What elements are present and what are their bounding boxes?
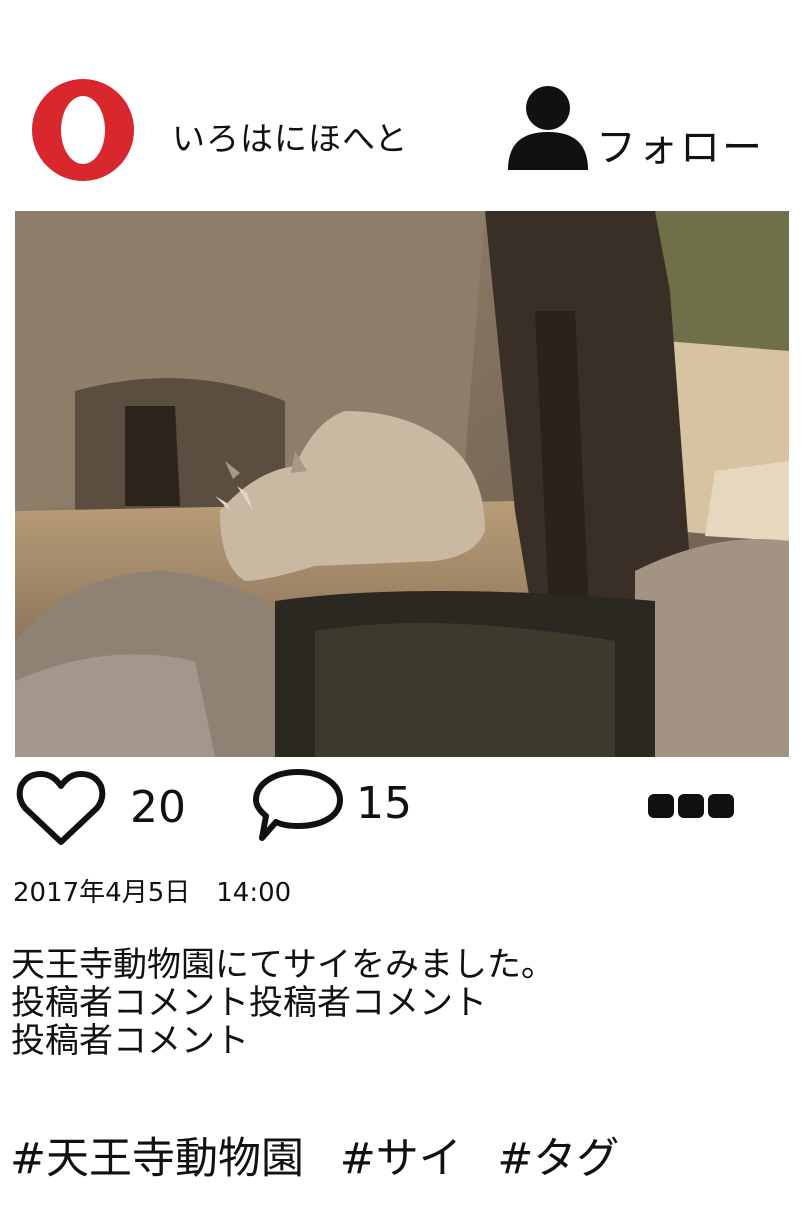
caption-line: 天王寺動物園にてサイをみました。 xyxy=(11,945,555,985)
hashtag-list: #天王寺動物園 #サイ #タグ xyxy=(10,1124,641,1186)
hashtag[interactable]: #サイ xyxy=(340,1134,462,1184)
post-caption: 天王寺動物園にてサイをみました。 投稿者コメント投稿者コメント 投稿者コメント xyxy=(11,946,555,1060)
follow-button[interactable]: フォロー xyxy=(596,115,764,173)
comment-count: 15 xyxy=(356,778,412,829)
comment-icon[interactable] xyxy=(252,766,344,844)
hashtag[interactable]: #天王寺動物園 xyxy=(10,1134,304,1184)
username[interactable]: いろはにほへと xyxy=(172,112,408,160)
more-options-icon[interactable] xyxy=(648,794,740,820)
caption-line: 投稿者コメント投稿者コメント xyxy=(11,983,487,1023)
heart-icon[interactable] xyxy=(15,770,107,848)
post-date: 2017年4月5日 14:00 xyxy=(13,878,292,908)
post-photo[interactable] xyxy=(15,211,789,757)
hashtag[interactable]: #タグ xyxy=(497,1134,619,1184)
opera-logo-icon xyxy=(32,79,134,181)
like-count: 20 xyxy=(130,782,186,833)
user-icon[interactable] xyxy=(506,84,590,174)
avatar[interactable] xyxy=(32,79,134,181)
caption-line: 投稿者コメント xyxy=(11,1021,249,1061)
